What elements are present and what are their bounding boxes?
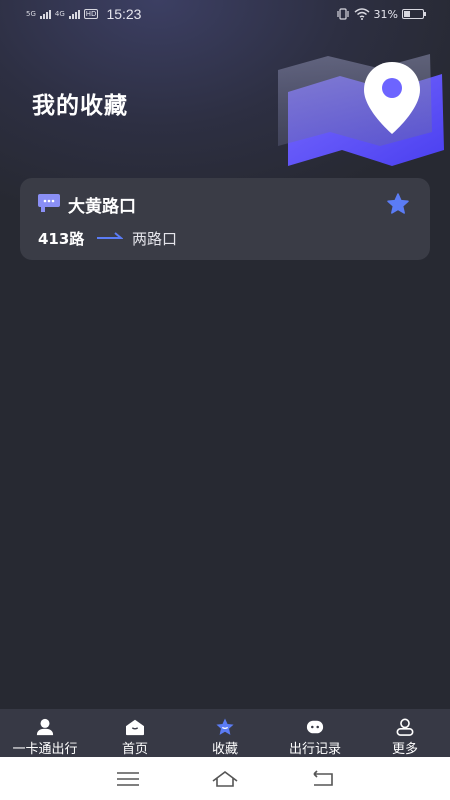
tab-label: 首页 [121, 742, 148, 757]
hd-badge: HD [83, 9, 99, 19]
battery-icon [402, 9, 426, 19]
wifi-icon [354, 8, 370, 20]
person-icon [36, 718, 54, 736]
map-pin-illustration [278, 54, 444, 166]
tab-home[interactable]: 首页 [90, 709, 180, 757]
tab-label: 一卡通出行 [12, 742, 78, 757]
favorite-card[interactable]: 大黄路口 413路 两路口 [20, 178, 430, 260]
network-4g-label: 4G [54, 10, 65, 18]
robot-icon [306, 720, 324, 734]
back-icon[interactable] [308, 769, 336, 789]
home-nav-icon[interactable] [211, 769, 239, 789]
signal-icon-2 [68, 9, 80, 19]
battery-percent: 31% [373, 7, 398, 21]
stop-name: 大黄路口 [68, 197, 136, 217]
user-outline-icon [396, 718, 414, 736]
bottom-tab-bar: 一卡通出行 首页 收藏 出行记录 更多 [0, 709, 450, 757]
tab-favorites[interactable]: 收藏 [180, 709, 270, 757]
network-5g-label: 5G [26, 10, 36, 18]
system-navigation-bar [0, 757, 450, 800]
tab-more[interactable]: 更多 [360, 709, 450, 757]
status-bar: 5G 4G HD 15:23 31% [0, 0, 450, 28]
tab-travel-records[interactable]: 出行记录 [270, 709, 360, 757]
bus-stop-icon [38, 194, 60, 212]
tab-card-travel[interactable]: 一卡通出行 [0, 709, 90, 757]
star-icon[interactable] [386, 192, 410, 216]
route-destination: 两路口 [132, 230, 178, 248]
tab-label: 收藏 [211, 742, 238, 757]
star-icon [216, 718, 234, 735]
tab-label: 出行记录 [288, 742, 341, 757]
page-title: 我的收藏 [32, 93, 128, 119]
home-icon [126, 719, 144, 736]
vibrate-icon [336, 8, 349, 20]
status-time: 15:23 [106, 6, 142, 22]
arrow-right-icon [97, 232, 123, 239]
signal-icon [39, 9, 51, 19]
menu-icon[interactable] [114, 769, 142, 789]
tab-label: 更多 [391, 742, 418, 757]
route-number: 413路 [38, 230, 85, 248]
